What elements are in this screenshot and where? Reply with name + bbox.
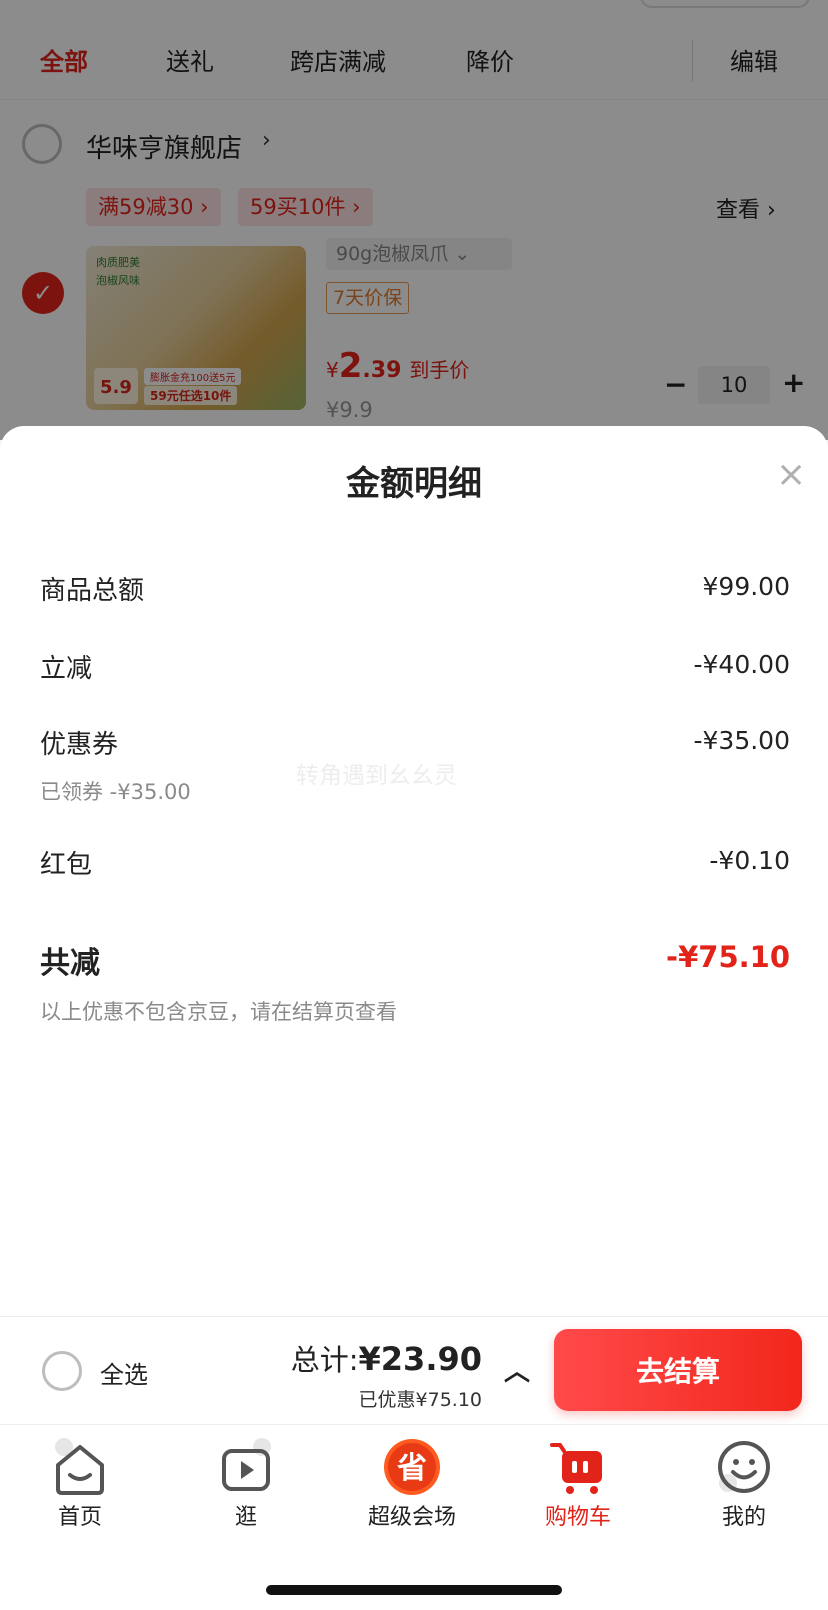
select-all-radio[interactable] — [42, 1351, 82, 1391]
watermark: 转角遇到幺幺灵 — [296, 763, 457, 789]
home-icon — [55, 1438, 104, 1495]
nav-label: 我的 — [721, 1505, 766, 1530]
line-label: 立减 — [40, 654, 93, 684]
close-icon[interactable]: × — [776, 454, 806, 495]
discount-note: 以上优惠不包含京豆，请在结算页查看 — [40, 1000, 397, 1024]
line-label: 优惠券 — [40, 730, 119, 760]
modal-overlay[interactable] — [0, 0, 828, 440]
nav-item-cart[interactable]: 购物车 — [518, 1437, 638, 1531]
line-label: 红包 — [40, 850, 93, 880]
total-discount-value: -¥75.10 — [666, 940, 790, 974]
line-value: ¥99.00 — [702, 572, 790, 601]
saved-amount: 已优惠¥75.10 — [358, 1389, 482, 1411]
chevron-up-icon[interactable]: ︿ — [504, 1351, 530, 1388]
line-value: -¥40.00 — [693, 650, 791, 679]
line-value: -¥0.10 — [709, 846, 790, 875]
nav-item-browse[interactable]: 逛 — [186, 1437, 306, 1531]
nav-label: 首页 — [57, 1505, 102, 1530]
total-discount-label: 共减 — [40, 946, 100, 981]
line-value: -¥35.00 — [693, 726, 791, 755]
svg-text:省: 省 — [397, 1451, 427, 1486]
amount-detail-sheet: 金额明细 × 商品总额 ¥99.00 立减 -¥40.00 优惠券 -¥35.0… — [0, 426, 828, 1316]
total-amount: ¥23.90 — [358, 1340, 482, 1378]
nav-label: 购物车 — [544, 1505, 611, 1530]
profile-icon — [718, 1441, 770, 1493]
nav-label: 超级会场 — [367, 1505, 456, 1530]
nav-label: 逛 — [234, 1505, 257, 1530]
home-indicator — [266, 1585, 562, 1595]
line-label: 商品总额 — [40, 576, 145, 606]
checkout-button[interactable]: 去结算 — [554, 1329, 802, 1411]
super-venue-icon: 省 — [384, 1439, 440, 1495]
total-price: 总计:¥23.90 — [291, 1337, 482, 1379]
nav-item-home[interactable]: 首页 — [20, 1437, 140, 1531]
cart-icon — [550, 1443, 602, 1494]
total-prefix: 总计: — [290, 1343, 359, 1377]
nav-item-super-venue[interactable]: 省 超级会场 — [352, 1437, 472, 1531]
bottom-nav: 首页 逛 省 超级会场 购物车 我的 — [0, 1424, 828, 1610]
select-all-label[interactable]: 全选 — [100, 1355, 148, 1390]
nav-item-profile[interactable]: 我的 — [684, 1437, 804, 1531]
video-icon — [222, 1438, 271, 1491]
coupon-detail: 已领券 -¥35.00 — [40, 780, 191, 804]
sheet-title: 金额明细 — [346, 464, 482, 504]
checkout-bar: 全选 总计:¥23.90 已优惠¥75.10 ︿ 去结算 — [0, 1316, 828, 1424]
